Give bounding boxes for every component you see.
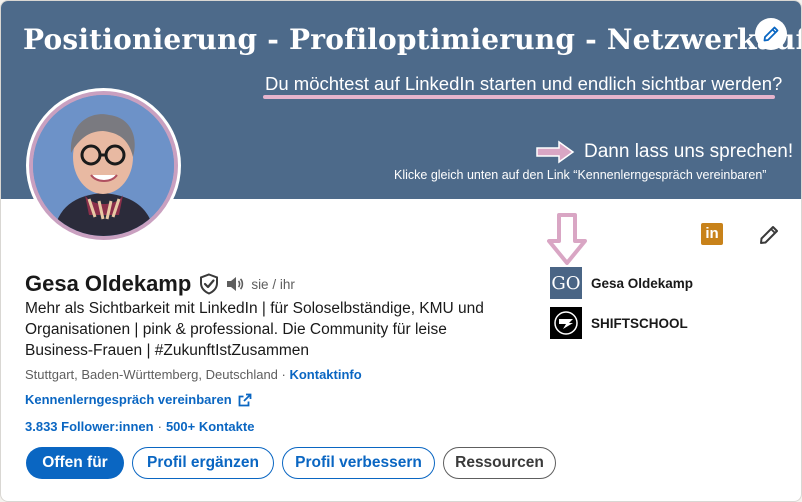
profile-name: Gesa Oldekamp <box>25 271 192 296</box>
booking-link[interactable]: Kennenlerngespräch vereinbaren <box>25 392 252 407</box>
shiftschool-logo-icon <box>550 307 582 339</box>
connections-link[interactable]: 500+ Kontakte <box>166 419 255 434</box>
linkedin-icon[interactable]: in <box>701 223 723 245</box>
edit-banner-button[interactable] <box>755 18 787 50</box>
stats-separator: · <box>157 419 162 434</box>
profile-card: Positionierung - Profiloptimierung - Net… <box>0 0 802 502</box>
avatar <box>29 91 178 240</box>
add-profile-section-button[interactable]: Profil ergänzen <box>132 447 274 479</box>
location-row: Stuttgart, Baden-Württemberg, Deutschlan… <box>25 367 362 382</box>
network-stats: 3.833 Follower:innen · 500+ Kontakte <box>25 419 254 434</box>
speaker-icon[interactable] <box>225 274 245 294</box>
pencil-icon <box>763 26 779 42</box>
pronouns: sie / ihr <box>251 276 295 292</box>
organization-name: SHIFTSCHOOL <box>591 315 688 331</box>
banner-cta: Dann lass uns sprechen! <box>584 141 794 162</box>
banner-hint: Klicke gleich unten auf den Link “Kennen… <box>394 168 767 182</box>
booking-link-label: Kennenlerngespräch vereinbaren <box>25 392 232 407</box>
banner-subtitle: Du möchtest auf LinkedIn starten und end… <box>265 73 783 94</box>
banner-title: Positionierung - Profiloptimierung - Net… <box>23 23 802 56</box>
profile-photo[interactable] <box>26 88 181 243</box>
location: Stuttgart, Baden-Württemberg, Deutschlan… <box>25 367 278 382</box>
pencil-icon <box>760 226 778 244</box>
organization-logo: GO <box>550 267 582 299</box>
banner-underline <box>263 95 775 99</box>
resources-button[interactable]: Ressourcen <box>443 447 556 479</box>
down-arrow-icon <box>547 213 587 265</box>
shield-check-icon[interactable] <box>199 273 219 295</box>
enhance-profile-button[interactable]: Profil verbessern <box>282 447 435 479</box>
followers-link[interactable]: 3.833 Follower:innen <box>25 419 154 434</box>
external-link-icon <box>238 393 252 406</box>
location-separator: · <box>277 367 290 382</box>
banner-arrow-icon <box>536 140 575 164</box>
edit-profile-button[interactable] <box>757 223 781 247</box>
name-row: Gesa Oldekamp sie / ihr <box>25 271 295 297</box>
organization-name: Gesa Oldekamp <box>591 275 694 291</box>
portrait-image <box>33 95 174 236</box>
open-to-button[interactable]: Offen für <box>26 447 124 479</box>
profile-headline: Mehr als Sichtbarkeit mit LinkedIn | für… <box>25 300 484 359</box>
organization-item[interactable]: GO Gesa Oldekamp <box>550 267 693 299</box>
organization-item[interactable]: SHIFTSCHOOL <box>550 307 688 339</box>
contact-info-link[interactable]: Kontaktinfo <box>289 367 361 382</box>
